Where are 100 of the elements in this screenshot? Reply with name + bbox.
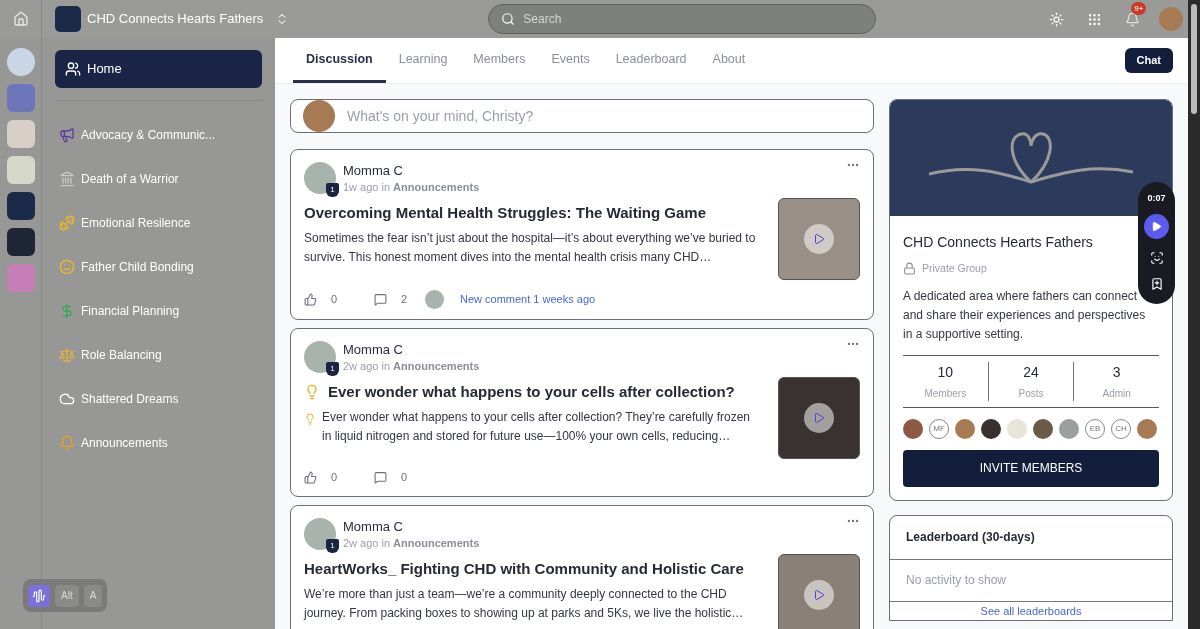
author-avatar[interactable] (304, 517, 336, 550)
post-title[interactable]: HeartWorks_ Fighting CHD with Community and Holistic Care (304, 557, 744, 580)
play-icon (813, 233, 825, 245)
user-avatar (303, 100, 335, 132)
comment-icon (374, 293, 387, 306)
stat-value: 24 (1023, 362, 1039, 382)
lock-icon (903, 262, 916, 276)
comment-icon (374, 470, 387, 484)
leaderboard-title: Leaderboard (30-days) (890, 515, 1172, 560)
lightbulb-icon (304, 413, 316, 425)
waveform-icon[interactable] (28, 584, 50, 607)
tab[interactable]: Leaderboard (602, 38, 700, 83)
like-button[interactable]: 0 (304, 291, 374, 308)
sidebar-item[interactable]: Home (55, 50, 262, 88)
thumbs-up-icon (304, 293, 317, 306)
composer-input[interactable]: What's on your mind, Christy? (347, 105, 861, 127)
lightbulb-icon (304, 384, 320, 400)
stat-label: Posts (1018, 386, 1044, 401)
leaderboard-link[interactable]: See all leaderboards (890, 601, 1172, 620)
tab[interactable]: Members (460, 38, 539, 83)
comment-button[interactable]: 0 (374, 469, 424, 486)
sidebar-item[interactable]: Financial Planning (55, 289, 262, 333)
group-logo[interactable] (55, 6, 81, 32)
author-name[interactable]: Momma C (343, 162, 846, 180)
recording-time: 0:07 (1147, 192, 1166, 205)
post-title[interactable]: Overcoming Mental Health Struggles: The Waiting Game (304, 202, 706, 224)
member-avatar[interactable] (1033, 418, 1053, 439)
privacy-label: Private Group (922, 261, 987, 276)
search-input[interactable]: Search (523, 10, 864, 28)
waveform-glyph-icon (32, 588, 46, 603)
sidebar-item[interactable]: Father Child Bonding (55, 245, 262, 289)
thumbs-up-icon (304, 470, 317, 484)
tab[interactable]: Events (538, 38, 603, 83)
tab[interactable]: Learning (385, 38, 461, 83)
video-thumbnail[interactable] (778, 553, 860, 629)
post-time: 2w ago in (343, 359, 391, 374)
commenter-avatar (425, 290, 444, 309)
composer-field[interactable]: What's on your mind, Christy? (290, 99, 874, 133)
group-name[interactable]: CHD Connects Hearts Fathers (87, 9, 264, 29)
group-thumbnail[interactable] (6, 264, 35, 292)
stat-label: Admin (1102, 386, 1131, 401)
post-excerpt: Sometimes the fear isn’t just about the hospital—it’s about everything we’ve buried to survive. This honest moment dives into the mental health crisis many CHD… (304, 230, 757, 266)
tab[interactable]: Discussion (293, 38, 386, 83)
play-icon (813, 588, 825, 601)
sidebar-item[interactable]: Advocacy & Communic... (55, 113, 262, 157)
group-thumbnail[interactable] (6, 84, 35, 112)
theme-icon[interactable] (1049, 11, 1065, 27)
sidebar-item[interactable]: Death of a Warrior (55, 157, 262, 201)
category-link[interactable]: Announcements (393, 180, 480, 195)
activity-link[interactable]: New comment 1 weeks ago (460, 291, 596, 308)
level-badge: 1 (326, 362, 339, 376)
level-badge: 1 (326, 183, 339, 197)
play-icon (813, 412, 825, 424)
group-thumbnail[interactable] (6, 228, 35, 256)
post-time: 1w ago in (343, 180, 391, 195)
empty-message: No activity to show (890, 559, 1172, 602)
chat-button[interactable]: Chat (1124, 48, 1173, 73)
post-title[interactable]: Ever wonder what happens to your cells after collection? (328, 381, 735, 403)
invite-members-button[interactable]: INVITE MEMBERS (903, 449, 1159, 487)
group-title: CHD Connects Hearts Fathers (903, 233, 1094, 252)
author-name[interactable]: Momma C (343, 517, 846, 536)
author-name[interactable]: Momma C (343, 341, 846, 359)
screenshot-icon[interactable] (1149, 250, 1164, 265)
group-thumbnail[interactable] (6, 120, 35, 148)
play-icon (1151, 220, 1162, 232)
sidebar-item[interactable]: Role Balancing (55, 333, 262, 377)
group-thumbnail[interactable] (6, 192, 35, 220)
video-thumbnail[interactable] (778, 198, 860, 280)
group-thumbnail[interactable] (6, 156, 35, 184)
tab[interactable]: About (699, 38, 759, 83)
search-field[interactable]: Search (488, 4, 877, 34)
member-avatar[interactable] (903, 418, 923, 439)
video-thumbnail[interactable] (778, 377, 860, 459)
megaphone-icon (59, 127, 75, 143)
heart-ribbon-icon (929, 130, 1133, 186)
apps-grid-icon[interactable] (1087, 11, 1103, 27)
group-description: A dedicated area where fathers can connect and share their experiences and perspectives in a supportive setting. (903, 287, 1147, 343)
category-link[interactable]: Announcements (393, 359, 480, 374)
group-thumbnail[interactable] (6, 48, 35, 76)
search-icon (501, 12, 516, 26)
users-icon (65, 61, 81, 77)
author-avatar[interactable] (304, 162, 336, 194)
sidebar-item[interactable]: Announcements (55, 421, 262, 465)
author-avatar[interactable] (304, 341, 336, 373)
bookmark-plus-icon[interactable] (1149, 276, 1164, 291)
post-excerpt: We’re more than just a team—we’re a community deeply connected to the CHD journey. From packing boxes to showing up at parks and 5Ks, we live the holistic… (304, 585, 745, 622)
sidebar-item[interactable]: Shattered Dreams (55, 377, 262, 421)
like-button[interactable]: 0 (304, 469, 374, 486)
scrollbar[interactable] (1188, 0, 1200, 629)
dollar-icon (59, 303, 75, 319)
post-excerpt: Ever wonder what happens to your cells after collection? They’re carefully frozen in liquid nitrogen and stored for future use—100% your own cells, reducing… (322, 409, 751, 445)
post-time: 2w ago in (343, 535, 391, 551)
notification-badge: 9+ (1131, 1, 1147, 15)
member-avatar[interactable] (981, 418, 1001, 439)
comment-button[interactable]: 2 (374, 291, 424, 308)
sidebar-item[interactable]: Emotional Resilence (55, 201, 262, 245)
shortcut-key[interactable]: A (83, 584, 103, 607)
category-link[interactable]: Announcements (393, 535, 480, 551)
play-button[interactable] (1144, 213, 1169, 239)
notification-icon[interactable] (1125, 11, 1141, 27)
